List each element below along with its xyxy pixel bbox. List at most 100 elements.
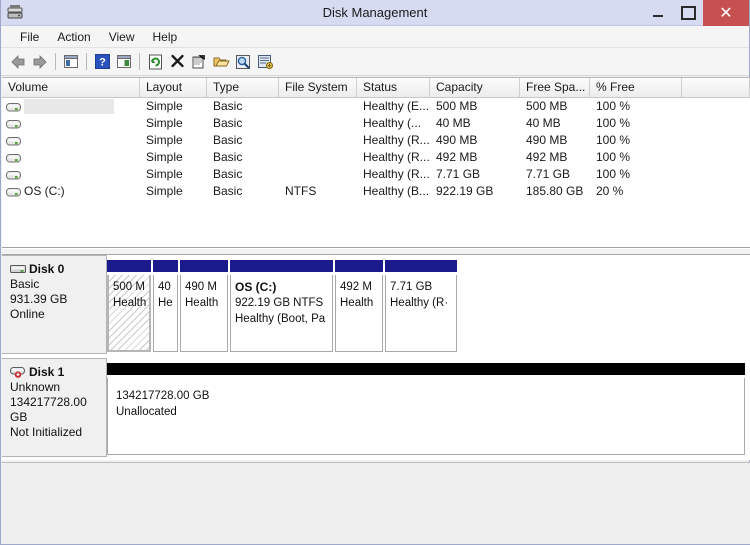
partition-block[interactable]: 490 M Health — [180, 260, 228, 352]
menu-file[interactable]: File — [11, 28, 48, 46]
volume-name-cell — [2, 98, 140, 115]
toolbar-separator — [55, 53, 56, 70]
partition-block[interactable]: OS (C:) 922.19 GB NTFS Healthy (Boot, Pa — [230, 260, 333, 352]
volume-disk-icon — [6, 169, 21, 180]
table-row[interactable]: OS (C:) Simple Basic NTFS Healthy (B... 922.1… — [2, 183, 750, 200]
cell-status: Healthy (B... — [363, 184, 430, 198]
menu-help[interactable]: Help — [144, 28, 187, 46]
cell-layout: Simple — [146, 167, 183, 181]
disk-partition-area: 500 M Health 40 He 490 M Health OS (C:) 922.19 … — [107, 255, 750, 354]
partition-body: OS (C:) 922.19 GB NTFS Healthy (Boot, Pa — [230, 275, 333, 352]
cell-status: Healthy (R... — [363, 150, 430, 164]
rescan-disks-icon[interactable] — [254, 51, 276, 73]
refresh-icon[interactable] — [144, 51, 166, 73]
disk-name-label: Disk 1 — [29, 365, 65, 379]
cell-percent-free: 100 % — [596, 150, 631, 164]
menu-view[interactable]: View — [100, 28, 144, 46]
volume-name-cell: OS (C:) — [2, 183, 140, 200]
partition-line-2: Healthy (R· — [390, 297, 449, 309]
extra-cell — [682, 149, 750, 166]
open-folder-icon[interactable] — [210, 51, 232, 73]
partition-block[interactable]: 7.71 GB Healthy (R· — [385, 260, 457, 352]
column-header-volume[interactable]: Volume — [2, 78, 140, 97]
disk-detail-line-2: 931.39 GB — [10, 292, 68, 306]
disk-title: Disk 1 — [10, 365, 106, 379]
cell-status: Healthy (... — [363, 116, 422, 130]
back-arrow-icon[interactable] — [7, 51, 29, 73]
partition-block[interactable]: 492 M Health — [335, 260, 383, 352]
cell-capacity: 500 MB — [436, 99, 478, 113]
graphical-disk-pane: Disk 0 Basic 931.39 GB Online 500 M Health 40 H… — [2, 255, 750, 460]
unknown-disk-icon — [10, 366, 26, 378]
pane-splitter[interactable] — [2, 247, 750, 255]
menu-action[interactable]: Action — [48, 28, 99, 46]
column-header-file-system[interactable]: File System — [279, 78, 357, 97]
column-header-status[interactable]: Status — [357, 78, 430, 97]
disk-info-panel[interactable]: Disk 1 Unknown 134217728.00 GB Not Initiali… — [2, 358, 107, 457]
table-row[interactable]: Simple Basic Healthy (R... 492 MB 492 MB 100 … — [2, 149, 750, 166]
svg-text:?: ? — [99, 57, 106, 69]
cell-free-space: 492 MB — [526, 150, 568, 164]
column-header-capacity[interactable]: Capacity — [430, 78, 520, 97]
volume-name-cell — [2, 132, 140, 149]
close-button[interactable]: ✕ — [703, 0, 749, 26]
cell-percent-free: 100 % — [596, 167, 631, 181]
disk-info-panel[interactable]: Disk 0 Basic 931.39 GB Online — [2, 255, 107, 354]
partition-color-bar — [230, 260, 333, 272]
title-bar[interactable]: Disk Management ✕ — [1, 0, 749, 26]
partition-line-1: 492 M — [340, 281, 372, 293]
table-row[interactable]: Simple Basic Healthy (R... 7.71 GB 7.71 GB 10… — [2, 166, 750, 183]
disk-row: Disk 0 Basic 931.39 GB Online 500 M Health 40 H… — [2, 255, 750, 354]
partition-line-1: 40 — [158, 281, 171, 293]
cell-type: Basic — [213, 133, 243, 147]
table-row[interactable]: Simple Basic Healthy (R... 490 MB 490 MB 100 … — [2, 132, 750, 149]
cell-free-space: 7.71 GB — [526, 167, 571, 181]
cell-type: Basic — [213, 167, 243, 181]
partition-body: 40 He — [153, 275, 178, 352]
table-row[interactable]: Simple Basic Healthy (... 40 MB 40 MB 100 % — [2, 115, 750, 132]
column-header-layout[interactable]: Layout — [140, 78, 207, 97]
partition-block[interactable]: 500 M Health — [107, 260, 151, 352]
disk-detail-line-3: Online — [10, 307, 45, 321]
partition-line-2: Unallocated — [116, 406, 177, 418]
help-icon[interactable]: ? — [91, 51, 113, 73]
forward-arrow-icon[interactable] — [29, 51, 51, 73]
cell-status: Healthy (R... — [363, 133, 430, 147]
up-one-level-icon[interactable] — [60, 51, 82, 73]
menu-bar: File Action View Help — [1, 26, 749, 48]
cell-percent-free: 20 % — [596, 184, 624, 198]
table-row[interactable]: Simple Basic Healthy (E... 500 MB 500 MB 100 … — [2, 98, 750, 115]
explore-icon[interactable] — [232, 51, 254, 73]
disk-management-window: Disk Management ✕ File Action View Help — [0, 0, 750, 545]
column-header-percent-free[interactable]: % Free — [590, 78, 682, 97]
cell-layout: Simple — [146, 116, 183, 130]
disk-partition-area: 134217728.00 GB Unallocated — [107, 358, 750, 457]
column-header-extra[interactable] — [682, 78, 750, 97]
minimize-button[interactable] — [643, 0, 673, 26]
volume-name-cell — [2, 115, 140, 132]
cell-layout: Simple — [146, 184, 183, 198]
partition-block[interactable]: 40 He — [153, 260, 178, 352]
column-header-type[interactable]: Type — [207, 78, 279, 97]
properties-icon[interactable] — [188, 51, 210, 73]
cell-capacity: 40 MB — [436, 116, 471, 130]
partition-color-bar — [180, 260, 228, 272]
unallocated-partition[interactable]: 134217728.00 GB Unallocated — [107, 363, 745, 455]
maximize-button[interactable] — [673, 0, 703, 26]
cell-layout: Simple — [146, 99, 183, 113]
partition-line-2: He — [158, 297, 173, 309]
partition-color-bar — [107, 260, 151, 272]
toolbar-separator — [139, 53, 140, 70]
column-header-free-space[interactable]: Free Spa... — [520, 78, 590, 97]
show-hide-console-tree-icon[interactable] — [113, 51, 135, 73]
cell-file-system — [279, 115, 357, 132]
delete-icon[interactable] — [166, 51, 188, 73]
disk-title: Disk 0 — [10, 262, 106, 276]
disk-detail-line-3: Not Initialized — [10, 425, 83, 439]
volume-name-cell — [2, 149, 140, 166]
cell-file-system — [279, 132, 357, 149]
partition-strip: 500 M Health 40 He 490 M Health OS (C:) 922.19 … — [107, 260, 750, 352]
partition-line-2: Health — [185, 297, 219, 309]
partition-body: 7.71 GB Healthy (R· — [385, 275, 457, 352]
partition-color-bar — [385, 260, 457, 272]
